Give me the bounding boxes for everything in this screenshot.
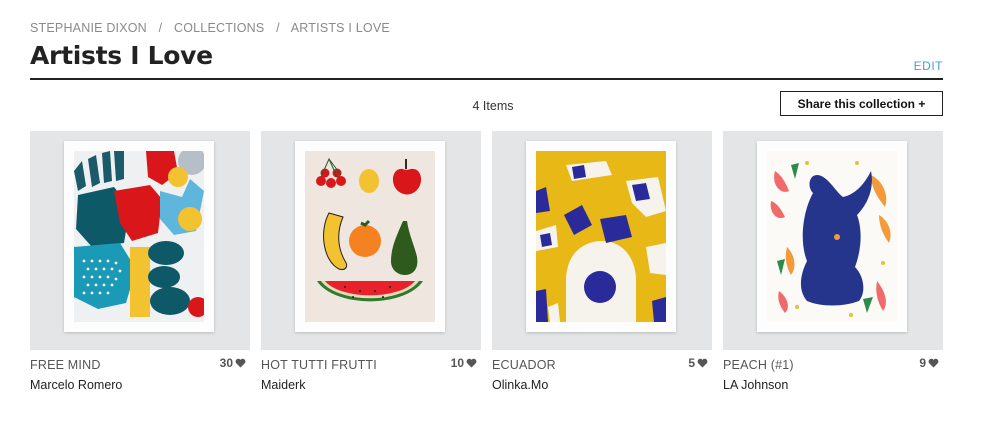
breadcrumb-current: ARTISTS I LOVE — [290, 21, 390, 35]
product-title[interactable]: HOT TUTTI FRUTTI — [261, 358, 377, 372]
breadcrumb-separator: / — [158, 21, 163, 35]
like-count-value: 5 — [688, 356, 695, 370]
heart-icon — [928, 358, 939, 368]
breadcrumb: STEPHANIE DIXON / COLLECTIONS / ARTISTS … — [30, 21, 390, 35]
product-title[interactable]: ECUADOR — [492, 358, 556, 372]
product-card: HOT TUTTI FRUTTI 10 Maiderk — [261, 131, 481, 400]
artist-name[interactable]: Maiderk — [261, 378, 305, 392]
artist-name[interactable]: LA Johnson — [723, 378, 788, 392]
like-count[interactable]: 9 — [919, 356, 939, 370]
page-title: Artists I Love — [30, 41, 213, 70]
artwork-image — [767, 151, 897, 322]
like-count[interactable]: 30 — [220, 356, 246, 370]
breadcrumb-collections[interactable]: COLLECTIONS — [174, 21, 264, 35]
edit-link[interactable]: EDIT — [914, 59, 943, 73]
print-mat — [757, 141, 907, 332]
artist-name[interactable]: Marcelo Romero — [30, 378, 122, 392]
heart-icon — [466, 358, 477, 368]
like-count[interactable]: 10 — [451, 356, 477, 370]
product-title[interactable]: PEACH (#1) — [723, 358, 794, 372]
share-collection-button[interactable]: Share this collection + — [780, 91, 943, 116]
artwork-image — [536, 151, 666, 322]
product-card: PEACH (#1) 9 LA Johnson — [723, 131, 943, 400]
breadcrumb-separator: / — [276, 21, 280, 35]
product-thumbnail[interactable] — [723, 131, 943, 350]
like-count-value: 30 — [219, 356, 233, 370]
print-mat — [64, 141, 214, 332]
like-count-value: 9 — [919, 356, 926, 370]
heart-icon — [235, 358, 246, 368]
product-thumbnail[interactable] — [261, 131, 481, 350]
product-thumbnail[interactable] — [492, 131, 712, 350]
like-count[interactable]: 5 — [688, 356, 708, 370]
breadcrumb-user[interactable]: STEPHANIE DIXON — [30, 21, 147, 35]
print-mat — [295, 141, 445, 332]
product-title[interactable]: FREE MIND — [30, 358, 101, 372]
print-mat — [526, 141, 676, 332]
product-card: ECUADOR 5 Olinka.Mo — [492, 131, 712, 400]
like-count-value: 10 — [450, 356, 464, 370]
artwork-image — [305, 151, 435, 322]
title-divider — [30, 78, 943, 80]
product-thumbnail[interactable] — [30, 131, 250, 350]
artwork-image — [74, 151, 204, 322]
heart-icon — [697, 358, 708, 368]
artist-name[interactable]: Olinka.Mo — [492, 378, 548, 392]
product-card: FREE MIND 30 Marcelo Romero — [30, 131, 250, 400]
